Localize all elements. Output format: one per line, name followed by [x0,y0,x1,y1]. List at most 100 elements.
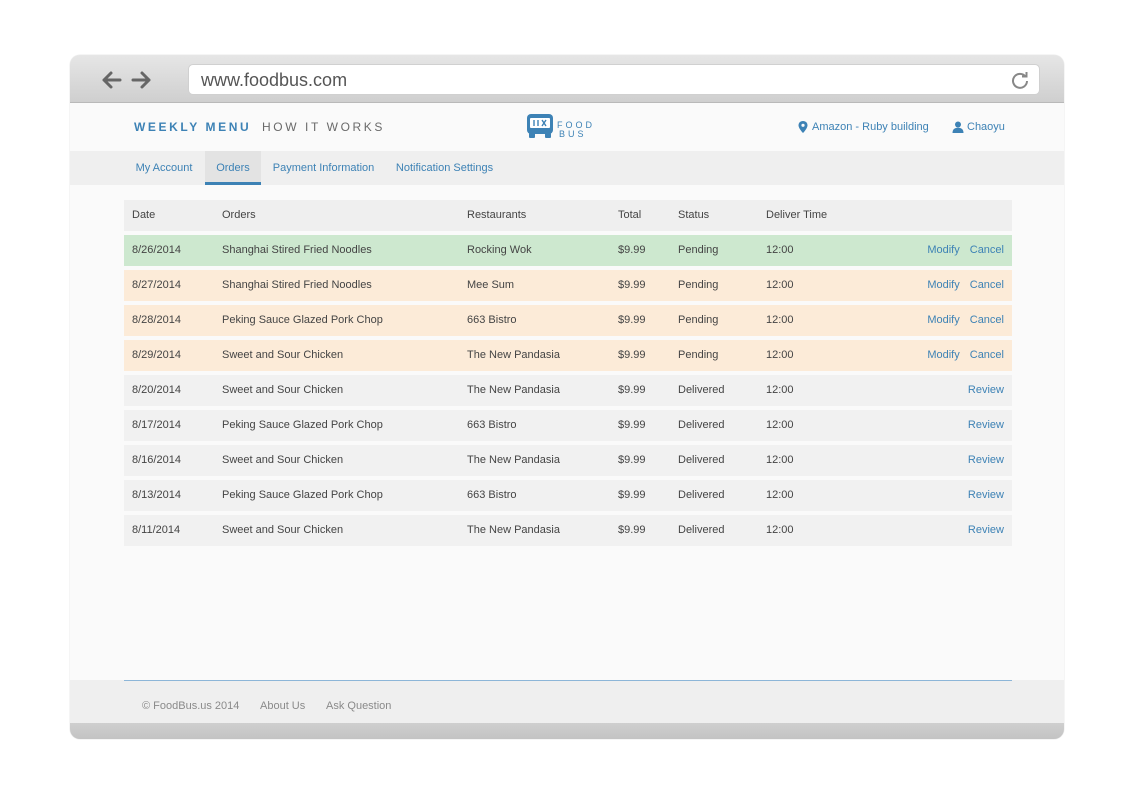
user-name: Chaoyu [967,121,1005,133]
row-date: 8/11/2014 [132,524,181,536]
ask-question-link[interactable]: Ask Question [326,700,391,712]
browser-toolbar: www.foodbus.com [70,55,1064,103]
logo-wordmark: FOOD BUS [557,121,595,139]
table-row: 8/13/2014 Peking Sauce Glazed Pork Chop … [124,480,1012,511]
row-order: Sweet and Sour Chicken [222,524,344,536]
arrow-right-icon[interactable] [129,67,155,93]
row-order: Sweet and Sour Chicken [222,349,344,361]
table-row: 8/11/2014 Sweet and Sour Chicken The New… [124,515,1012,546]
row-status: Delivered [678,419,725,431]
row-total: $9.99 [618,419,646,431]
row-order: Peking Sauce Glazed Pork Chop [222,419,383,431]
tab-my-account[interactable]: My Account [124,151,204,185]
row-total: $9.99 [618,349,646,361]
url-text[interactable]: www.foodbus.com [201,70,347,91]
modify-link[interactable]: Modify [927,305,959,336]
table-row: 8/16/2014 Sweet and Sour Chicken The New… [124,445,1012,476]
review-link[interactable]: Review [968,480,1004,511]
logo-text-bus: BUS [559,129,587,139]
row-total: $9.99 [618,489,646,501]
row-order: Sweet and Sour Chicken [222,384,344,396]
cancel-link[interactable]: Cancel [970,340,1004,371]
browser-bottom-bar [70,723,1064,739]
tab-payment-information[interactable]: Payment Information [266,151,381,185]
user-menu[interactable]: Chaoyu [952,121,1005,133]
row-total: $9.99 [618,384,646,396]
address-bar[interactable]: www.foodbus.com [188,64,1040,95]
nav-weekly-menu[interactable]: WEEKLY MENU [134,120,251,134]
header-date[interactable]: Date [132,200,155,231]
review-link[interactable]: Review [968,445,1004,476]
row-date: 8/16/2014 [132,454,181,466]
review-link[interactable]: Review [968,515,1004,546]
row-actions: Review [968,410,1004,441]
modify-link[interactable]: Modify [927,270,959,301]
browser-window: www.foodbus.com WEEKLY MENU HOW IT WORKS… [70,55,1064,739]
row-deliver-time: 12:00 [766,489,794,501]
row-deliver-time: 12:00 [766,314,794,326]
table-row: 8/26/2014 Shanghai Stired Fried Noodles … [124,235,1012,266]
row-order: Shanghai Stired Fried Noodles [222,279,372,291]
copyright-text: © FoodBus.us 2014 [142,700,240,712]
modify-link[interactable]: Modify [927,235,959,266]
header-orders[interactable]: Orders [222,200,256,231]
row-status: Delivered [678,524,725,536]
row-restaurant: The New Pandasia [467,454,560,466]
row-order: Peking Sauce Glazed Pork Chop [222,314,383,326]
row-date: 8/28/2014 [132,314,181,326]
nav-how-it-works[interactable]: HOW IT WORKS [262,120,385,134]
row-status: Delivered [678,454,725,466]
table-header: Date Orders Restaurants Total Status Del… [124,200,1012,231]
review-link[interactable]: Review [968,375,1004,406]
header-total[interactable]: Total [618,200,641,231]
row-order: Shanghai Stired Fried Noodles [222,244,372,256]
cancel-link[interactable]: Cancel [970,270,1004,301]
row-date: 8/27/2014 [132,279,181,291]
row-restaurant: The New Pandasia [467,384,560,396]
row-status: Pending [678,314,719,326]
orders-table: Date Orders Restaurants Total Status Del… [124,200,1012,546]
reload-icon[interactable] [1010,70,1030,90]
cancel-link[interactable]: Cancel [970,235,1004,266]
location-label: Amazon - Ruby building [812,121,929,133]
row-restaurant: 663 Bistro [467,314,517,326]
review-link[interactable]: Review [968,410,1004,441]
user-icon [952,121,964,133]
header-status[interactable]: Status [678,200,709,231]
row-order: Peking Sauce Glazed Pork Chop [222,489,383,501]
tab-notification-settings[interactable]: Notification Settings [388,151,501,185]
row-actions: Modify Cancel [927,270,1004,301]
location-selector[interactable]: Amazon - Ruby building [798,121,929,133]
header-deliver-time[interactable]: Deliver Time [766,200,827,231]
row-total: $9.99 [618,454,646,466]
table-row: 8/20/2014 Sweet and Sour Chicken The New… [124,375,1012,406]
row-status: Pending [678,349,719,361]
row-total: $9.99 [618,314,646,326]
row-date: 8/26/2014 [132,244,181,256]
row-actions: Modify Cancel [927,235,1004,266]
row-deliver-time: 12:00 [766,524,794,536]
row-deliver-time: 12:00 [766,279,794,291]
header-restaurants[interactable]: Restaurants [467,200,526,231]
foodbus-logo[interactable]: FOOD BUS [525,111,597,143]
tab-orders[interactable]: Orders [205,151,261,185]
row-actions: Review [968,375,1004,406]
row-deliver-time: 12:00 [766,384,794,396]
row-deliver-time: 12:00 [766,349,794,361]
row-status: Delivered [678,384,725,396]
row-actions: Modify Cancel [927,305,1004,336]
modify-link[interactable]: Modify [927,340,959,371]
row-date: 8/29/2014 [132,349,181,361]
row-status: Pending [678,279,719,291]
row-restaurant: Mee Sum [467,279,515,291]
table-row: 8/27/2014 Shanghai Stired Fried Noodles … [124,270,1012,301]
about-us-link[interactable]: About Us [260,700,305,712]
row-actions: Review [968,515,1004,546]
cancel-link[interactable]: Cancel [970,305,1004,336]
row-date: 8/13/2014 [132,489,181,501]
row-total: $9.99 [618,279,646,291]
footer-divider [124,680,1012,681]
row-total: $9.99 [618,524,646,536]
row-deliver-time: 12:00 [766,454,794,466]
arrow-left-icon[interactable] [98,67,124,93]
